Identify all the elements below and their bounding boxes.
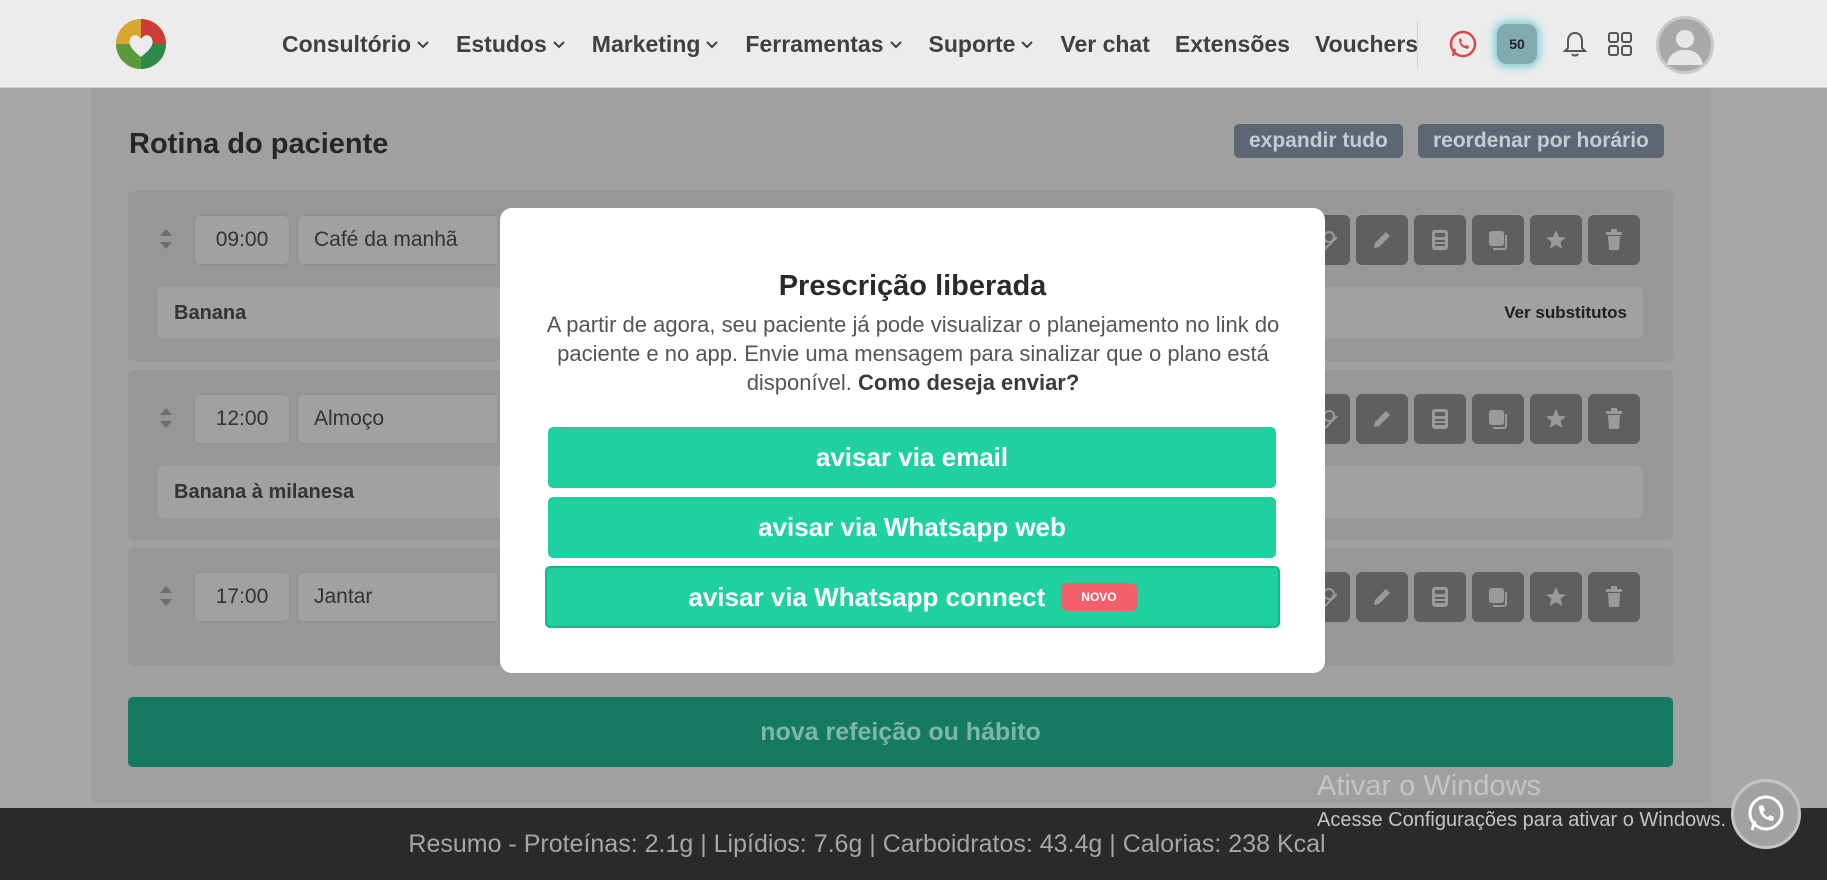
star-icon[interactable] (1530, 215, 1582, 265)
apps-grid-icon[interactable] (1600, 24, 1640, 64)
meal-time-input[interactable]: 09:00 (194, 215, 290, 265)
chevron-down-icon (417, 41, 429, 49)
menu-estudos[interactable]: Estudos (456, 31, 567, 58)
menu-marketing[interactable]: Marketing (592, 31, 721, 58)
bell-icon-glyph (1562, 31, 1588, 57)
nutrition-summary-text: Resumo - Proteínas: 2.1g | Lipídios: 7.6… (408, 829, 1326, 858)
bell-icon[interactable] (1555, 24, 1595, 64)
whatsapp-icon-glyph (1449, 30, 1477, 58)
watermark-title: Ativar o Windows (1317, 770, 1542, 802)
menu-ver-chat[interactable]: Ver chat (1060, 31, 1150, 58)
menu-extensoes[interactable]: Extensões (1175, 31, 1290, 58)
notify-email-button[interactable]: avisar via email (548, 427, 1276, 488)
meal-name-input[interactable]: Almoço (297, 394, 497, 444)
menu-ferramentas[interactable]: Ferramentas (745, 31, 903, 58)
star-icon[interactable] (1530, 572, 1582, 622)
drag-handle-icon[interactable] (158, 406, 174, 430)
watermark-subtitle: Acesse Configurações para ativar o Windo… (1317, 809, 1727, 831)
food-name: Banana (174, 301, 247, 324)
menu-suporte[interactable]: Suporte (929, 31, 1036, 58)
drag-handle-icon[interactable] (158, 584, 174, 608)
main-menu: Consultório Estudos Marketing Ferramenta… (282, 0, 1443, 88)
pencil-icon[interactable] (1356, 572, 1408, 622)
calculator-icon[interactable] (1414, 215, 1466, 265)
user-avatar-icon (1667, 30, 1703, 65)
trash-icon[interactable] (1588, 394, 1640, 444)
menu-consultorio[interactable]: Consultório (282, 31, 431, 58)
expand-all-button[interactable]: expandir tudo (1234, 124, 1403, 158)
top-navbar: Consultório Estudos Marketing Ferramenta… (0, 0, 1827, 88)
whatsapp-float-button[interactable] (1731, 779, 1801, 849)
notify-whatsapp-web-button[interactable]: avisar via Whatsapp web (548, 497, 1276, 558)
new-meal-or-habit-button[interactable]: nova refeição ou hábito (128, 697, 1673, 767)
chevron-down-icon (889, 41, 902, 49)
credits-badge[interactable]: 50 (1497, 24, 1537, 64)
nav-divider (1417, 22, 1418, 68)
menu-vouchers[interactable]: Vouchers (1315, 31, 1418, 58)
meal-time-input[interactable]: 17:00 (194, 572, 290, 622)
chevron-down-icon (1021, 41, 1034, 49)
meal-name-input[interactable]: Café da manhã (297, 215, 497, 265)
prescription-released-modal: Prescrição liberada A partir de agora, s… (500, 208, 1325, 673)
food-name: Banana à milanesa (174, 480, 355, 503)
windows-activation-watermark: Ativar o Windows Acesse Configurações pa… (1317, 770, 1726, 832)
meal-time-input[interactable]: 12:00 (194, 394, 290, 444)
brand-logo[interactable] (113, 15, 169, 71)
view-substitutes-link[interactable]: Ver substitutos (1504, 303, 1627, 323)
chevron-down-icon (706, 41, 719, 49)
trash-icon[interactable] (1588, 572, 1640, 622)
page-title: Rotina do paciente (129, 128, 389, 160)
reorder-by-time-button[interactable]: reordenar por horário (1418, 124, 1664, 158)
calculator-icon[interactable] (1414, 394, 1466, 444)
meal-name-input[interactable]: Jantar (297, 572, 497, 622)
pencil-icon[interactable] (1356, 394, 1408, 444)
notify-whatsapp-connect-button[interactable]: avisar via Whatsapp connect NOVO (545, 566, 1280, 628)
meal-actions (1320, 215, 1646, 265)
whatsapp-icon[interactable] (1443, 24, 1483, 64)
modal-question: Como deseja enviar? (858, 370, 1080, 395)
new-badge: NOVO (1061, 583, 1137, 611)
copy-icon[interactable] (1472, 215, 1524, 265)
apps-grid-icon-glyph (1608, 32, 1632, 56)
calculator-icon[interactable] (1414, 572, 1466, 622)
meal-actions (1320, 394, 1646, 444)
pencil-icon[interactable] (1356, 215, 1408, 265)
copy-icon[interactable] (1472, 572, 1524, 622)
trash-icon[interactable] (1588, 215, 1640, 265)
star-icon[interactable] (1530, 394, 1582, 444)
modal-title: Prescrição liberada (778, 270, 1047, 302)
copy-icon[interactable] (1472, 394, 1524, 444)
whatsapp-connect-label: avisar via Whatsapp connect (688, 581, 1046, 612)
user-avatar[interactable] (1656, 16, 1714, 74)
modal-message: A partir de agora, seu paciente já pode … (543, 310, 1283, 397)
meal-actions (1320, 572, 1646, 622)
chevron-down-icon (553, 41, 565, 49)
drag-handle-icon[interactable] (158, 227, 174, 251)
whatsapp-icon (1748, 795, 1784, 831)
